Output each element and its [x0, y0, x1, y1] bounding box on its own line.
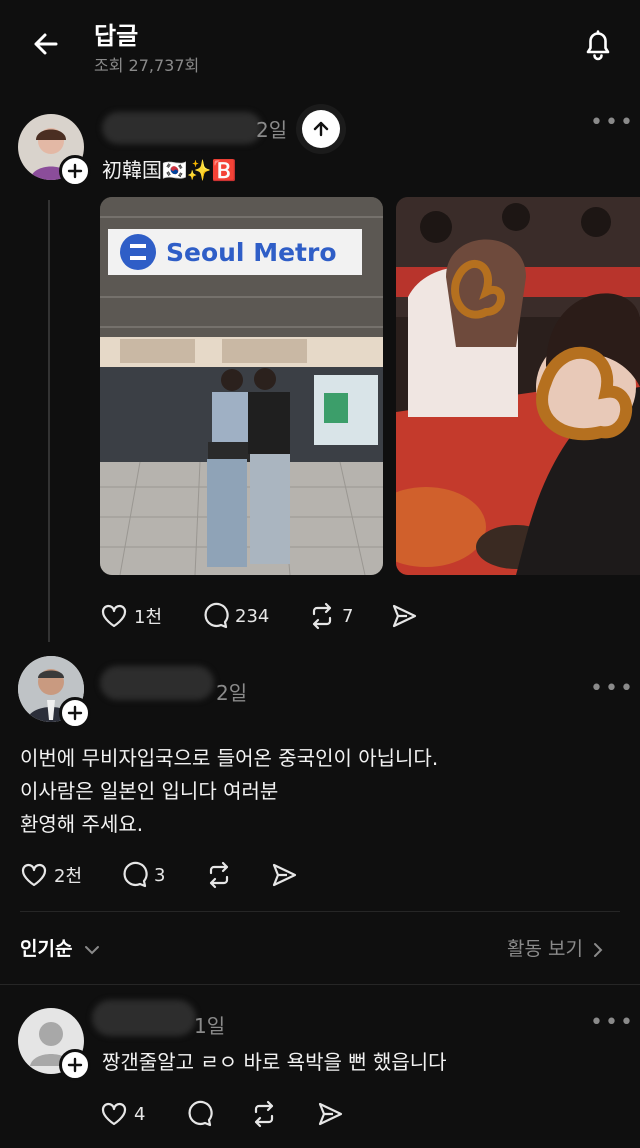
like-count: 4 — [134, 1103, 146, 1125]
more-options-icon[interactable]: ••• — [590, 676, 635, 701]
like-count: 2천 — [54, 866, 83, 887]
share-button[interactable] — [270, 861, 304, 889]
post-line: 이사람은 일본인 입니다 여러분 — [20, 779, 279, 803]
comment-button[interactable]: 3 — [120, 861, 165, 889]
post-photo-restaurant[interactable] — [396, 197, 640, 575]
chevron-down-icon — [85, 945, 100, 954]
post-caption: 初韓国🇰🇷✨🅱️ — [102, 158, 237, 182]
divider — [0, 984, 640, 985]
follow-plus-icon[interactable] — [59, 697, 91, 729]
chevron-right-icon — [594, 942, 603, 957]
follow-plus-icon[interactable] — [59, 1049, 91, 1081]
like-button[interactable]: 1천 — [100, 602, 162, 630]
divider — [20, 911, 620, 912]
sort-label: 인기순 — [20, 938, 73, 960]
comment-button[interactable]: 234 — [201, 602, 269, 630]
thread-line — [48, 200, 50, 642]
follow-plus-icon[interactable] — [59, 155, 91, 187]
sort-dropdown[interactable]: 인기순 — [20, 934, 101, 961]
like-button[interactable]: 4 — [100, 1100, 145, 1128]
repost-button[interactable] — [250, 1100, 284, 1128]
like-button[interactable]: 2천 — [20, 861, 82, 889]
comment-bubble-icon — [123, 861, 148, 888]
page-title: 답글 — [94, 22, 139, 50]
share-button[interactable] — [316, 1100, 350, 1128]
post-time: 2일 — [256, 118, 288, 142]
arrow-up-icon — [313, 121, 329, 137]
repost-icon — [209, 861, 229, 889]
username-redacted — [100, 666, 214, 700]
heart-icon — [21, 863, 47, 887]
repost-button[interactable] — [205, 861, 239, 889]
reply-time: 1일 — [194, 1014, 226, 1038]
username-redacted — [92, 1000, 196, 1036]
send-icon — [392, 604, 417, 628]
bell-icon[interactable] — [578, 24, 618, 64]
send-icon — [318, 1102, 343, 1126]
seoul-metro-sign: Seoul Metro — [166, 238, 337, 267]
back-arrow-icon[interactable] — [30, 28, 62, 60]
activity-label: 활동 보기 — [507, 938, 583, 960]
reply-text: 짱갠줄알고 ㄹㅇ 바로 욕박을 뻔 했읍니다 — [102, 1050, 447, 1074]
heart-icon — [101, 604, 127, 628]
scroll-up-button[interactable] — [302, 110, 340, 148]
view-count: 조회 27,737회 — [94, 56, 200, 75]
more-options-icon[interactable]: ••• — [590, 1010, 635, 1035]
view-activity-link[interactable]: 활동 보기 — [507, 934, 605, 961]
comment-bubble-icon — [188, 1100, 213, 1127]
post-photo-subway[interactable]: Seoul Metro — [100, 197, 383, 575]
like-count: 1천 — [134, 607, 163, 628]
repost-count: 7 — [342, 605, 354, 627]
comment-bubble-icon — [204, 602, 229, 629]
send-icon — [272, 863, 297, 887]
comment-count: 234 — [235, 605, 270, 627]
username-redacted — [102, 112, 262, 144]
post-body: 이번에 무비자입국으로 들어온 중국인이 아닙니다. 이사람은 일본인 입니다 … — [20, 742, 438, 841]
comment-button[interactable] — [185, 1100, 219, 1128]
repost-icon — [312, 602, 332, 630]
repost-button[interactable]: 7 — [308, 602, 353, 630]
post-line: 환영해 주세요. — [20, 812, 144, 836]
post-time: 2일 — [216, 681, 248, 705]
post-line: 이번에 무비자입국으로 들어온 중국인이 아닙니다. — [20, 746, 439, 770]
share-button[interactable] — [390, 602, 424, 630]
repost-icon — [254, 1100, 274, 1128]
comment-count: 3 — [154, 864, 166, 886]
heart-icon — [101, 1102, 127, 1126]
more-options-icon[interactable]: ••• — [590, 110, 635, 135]
